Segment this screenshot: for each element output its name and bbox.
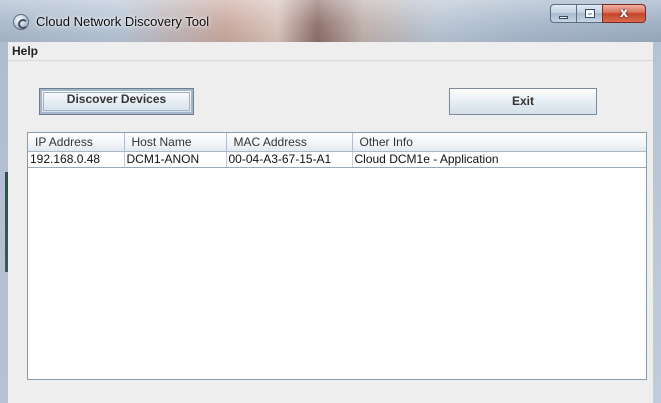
window-frame-left: [0, 42, 8, 403]
title-bar[interactable]: Cloud Network Discovery Tool x: [0, 0, 661, 43]
close-button[interactable]: x: [602, 4, 646, 23]
caption-buttons: x: [550, 4, 646, 23]
cell-ip: 192.168.0.48: [28, 151, 125, 168]
exit-label: Exit: [511, 94, 534, 108]
column-header-ip[interactable]: IP Address: [28, 133, 125, 152]
application-window: Cloud Network Discovery Tool x Help Disc…: [0, 0, 661, 403]
minimize-icon: [559, 16, 568, 19]
column-header-host[interactable]: Host Name: [124, 133, 227, 152]
cell-host: DCM1-ANON: [124, 151, 227, 168]
column-header-mac[interactable]: MAC Address: [226, 133, 353, 152]
minimize-button[interactable]: [550, 4, 576, 23]
exit-button[interactable]: Exit: [449, 88, 597, 115]
discover-devices-button[interactable]: Discover Devices: [39, 88, 194, 115]
table-row[interactable]: 192.168.0.48 DCM1-ANON 00-04-A3-67-15-A1…: [28, 151, 646, 168]
cell-mac: 00-04-A3-67-15-A1: [226, 151, 353, 168]
maximize-icon: [585, 9, 595, 18]
window-title: Cloud Network Discovery Tool: [36, 14, 210, 29]
window-frame-right: [653, 42, 661, 403]
cell-info: Cloud DCM1e - Application: [352, 151, 646, 168]
client-area: Help Discover Devices Exit IP Address Ho…: [8, 42, 653, 403]
devices-table[interactable]: IP Address Host Name MAC Address Other I…: [27, 132, 647, 380]
column-header-info[interactable]: Other Info: [352, 133, 646, 152]
menu-help[interactable]: Help: [10, 43, 40, 59]
menu-bar: Help: [8, 42, 653, 61]
app-logo-icon[interactable]: [13, 14, 29, 30]
devices-grid: IP Address Host Name MAC Address Other I…: [28, 133, 646, 168]
focus-ring: [43, 92, 190, 111]
maximize-button[interactable]: [576, 4, 602, 23]
close-icon: x: [619, 6, 629, 21]
table-header: IP Address Host Name MAC Address Other I…: [28, 133, 646, 152]
